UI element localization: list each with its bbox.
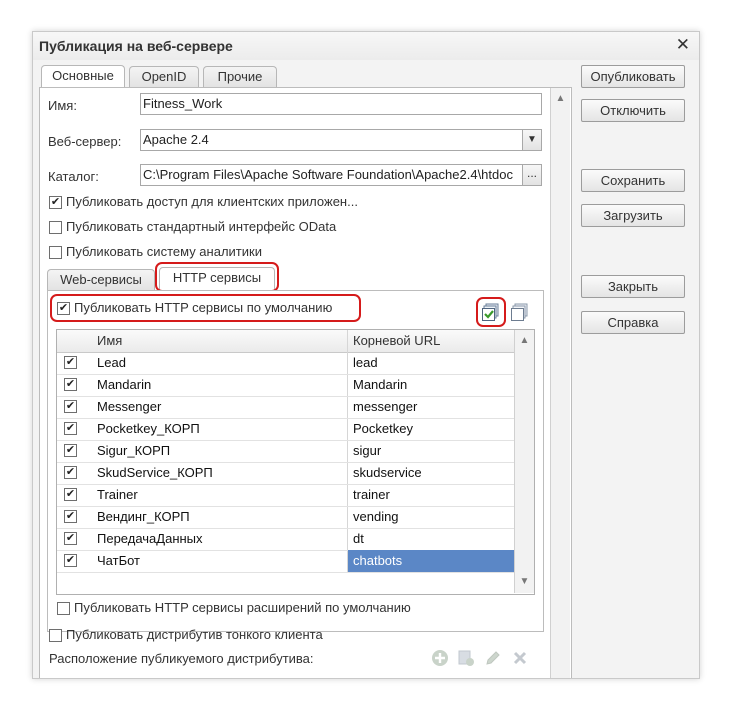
copy-add-icon[interactable] [457,649,475,667]
row-name[interactable]: Pocketkey_КОРП [97,418,200,440]
row-name[interactable]: Вендинг_КОРП [97,506,190,528]
row-checkbox[interactable] [64,554,77,567]
tab-openid[interactable]: OpenID [129,66,199,88]
thin-client-label: Публиковать дистрибутив тонкого клиента [66,627,323,642]
scroll-up-icon[interactable]: ▲ [551,90,570,108]
table-header: Имя Корневой URL [57,330,514,353]
title-bar: Публикация на веб-сервере ✕ [33,32,699,60]
row-name[interactable]: Mandarin [97,374,151,396]
scroll-down-icon[interactable]: ▼ [515,573,534,591]
thin-client-checkbox[interactable] [49,629,62,642]
row-checkbox[interactable] [64,532,77,545]
save-button[interactable]: Сохранить [581,169,685,192]
column-header-name[interactable]: Имя [97,330,122,352]
name-label: Имя: [48,98,77,113]
row-name[interactable]: Sigur_КОРП [97,440,170,462]
row-root-url[interactable]: dt [353,528,364,550]
row-name[interactable]: Lead [97,352,126,374]
row-root-url[interactable]: chatbots [348,550,514,572]
row-root-url[interactable]: vending [353,506,399,528]
row-root-url[interactable]: sigur [353,440,381,462]
row-root-url[interactable]: Mandarin [353,374,407,396]
analytics-checkbox[interactable] [49,246,62,259]
table-row[interactable]: Sigur_КОРП sigur [57,440,514,463]
delete-icon[interactable] [511,649,529,667]
client-apps-label: Публиковать доступ для клиентских прилож… [66,194,358,209]
row-name[interactable]: ПередачаДанных [97,528,203,550]
browse-button[interactable]: ... [522,164,542,186]
row-checkbox[interactable] [64,510,77,523]
row-name[interactable]: SkudService_КОРП [97,462,213,484]
odata-label: Публиковать стандартный интерфейс OData [66,219,337,234]
row-checkbox[interactable] [64,444,77,457]
uncheck-all-icon[interactable] [511,303,529,321]
analytics-label: Публиковать систему аналитики [66,244,262,259]
webserver-select[interactable]: Apache 2.4 [140,129,523,151]
client-apps-checkbox[interactable] [49,196,62,209]
row-checkbox[interactable] [64,488,77,501]
add-icon[interactable] [431,649,449,667]
disable-button[interactable]: Отключить [581,99,685,122]
highlight-http-tab [155,262,279,292]
close-icon[interactable]: ✕ [676,35,690,55]
table-row[interactable]: SkudService_КОРП skudservice [57,462,514,485]
table-row[interactable]: Messenger messenger [57,396,514,419]
tab-other[interactable]: Прочие [203,66,277,88]
catalog-label: Каталог: [48,169,99,184]
table-row[interactable]: Вендинг_КОРП vending [57,506,514,529]
publish-ext-http-label: Публиковать HTTP сервисы расширений по у… [74,600,411,615]
publish-dialog: Публикация на веб-сервере ✕ Основные Ope… [32,31,700,679]
scroll-up-icon[interactable]: ▲ [515,332,534,350]
tab-main[interactable]: Основные [41,65,125,88]
table-row[interactable]: Pocketkey_КОРП Pocketkey [57,418,514,441]
row-root-url[interactable]: skudservice [353,462,422,484]
row-checkbox[interactable] [64,422,77,435]
row-checkbox[interactable] [64,400,77,413]
table-row[interactable]: Trainer trainer [57,484,514,507]
row-name[interactable]: Messenger [97,396,161,418]
row-root-url[interactable]: Pocketkey [353,418,413,440]
close-button[interactable]: Закрыть [581,275,685,298]
window-title: Публикация на веб-сервере [39,38,233,54]
help-button[interactable]: Справка [581,311,685,334]
http-services-table: Имя Корневой URL LeadleadMandarinMandari… [56,329,535,595]
table-scrollbar[interactable]: ▲ ▼ [514,330,534,593]
load-button[interactable]: Загрузить [581,204,685,227]
publish-ext-http-checkbox[interactable] [57,602,70,615]
table-row[interactable]: ПередачаДанных dt [57,528,514,551]
row-root-url[interactable]: lead [353,352,378,374]
table-row[interactable]: Mandarin Mandarin [57,374,514,397]
highlight-publish-default [50,294,361,322]
row-name[interactable]: Trainer [97,484,138,506]
row-checkbox[interactable] [64,378,77,391]
row-checkbox[interactable] [64,466,77,479]
odata-checkbox[interactable] [49,221,62,234]
name-input[interactable]: Fitness_Work [140,93,542,115]
webserver-label: Веб-сервер: [48,134,122,149]
row-checkbox[interactable] [64,356,77,369]
table-row[interactable]: Lead lead [57,352,514,375]
edit-icon[interactable] [484,649,502,667]
catalog-input[interactable]: C:\Program Files\Apache Software Foundat… [140,164,523,186]
chevron-down-icon[interactable]: ▼ [522,129,542,151]
row-root-url[interactable]: messenger [353,396,417,418]
column-header-url[interactable]: Корневой URL [353,330,440,352]
highlight-check-all [476,297,506,327]
row-name[interactable]: ЧатБот [97,550,140,572]
distribution-location-label: Расположение публикуемого дистрибутива: [49,651,314,666]
tab-web-services[interactable]: Web-сервисы [47,269,155,291]
publish-button[interactable]: Опубликовать [581,65,685,88]
row-root-url[interactable]: trainer [353,484,390,506]
table-row[interactable]: ЧатБот chatbots [57,550,514,573]
main-scrollbar[interactable]: ▲ [550,88,570,678]
